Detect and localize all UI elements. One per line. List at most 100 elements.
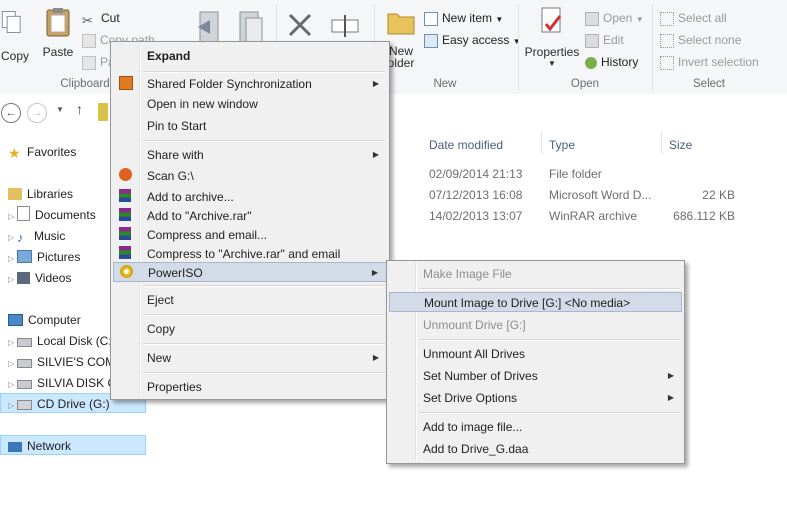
invert-selection-label: Invert selection: [678, 55, 759, 69]
nav-music[interactable]: ▷ ♪ Music: [8, 226, 65, 246]
pictures-icon: [17, 250, 32, 263]
submenu-item-add-to-daa[interactable]: Add to Drive_G.daa: [389, 439, 682, 459]
easy-access-button[interactable]: Easy access ▼: [424, 30, 521, 50]
computer-icon: [8, 314, 23, 326]
submenu-arrow-icon: ▶: [372, 150, 379, 159]
menu-item-share-with[interactable]: Share with ▶: [113, 145, 387, 165]
expand-arrow-icon[interactable]: ▷: [8, 375, 17, 395]
up-arrow-icon[interactable]: ↑: [76, 101, 83, 117]
select-none-label: Select none: [678, 33, 742, 47]
row-date: 02/09/2014 21:13: [429, 167, 523, 181]
submenu-arrow-icon: ▶: [372, 353, 379, 362]
submenu-item-unmount-drive[interactable]: Unmount Drive [G:]: [389, 315, 682, 335]
expand-arrow-icon[interactable]: ▷: [8, 270, 17, 290]
expand-arrow-icon[interactable]: ▷: [8, 207, 17, 227]
menu-item-scan[interactable]: Scan G:\: [113, 166, 387, 186]
recent-locations-dropdown[interactable]: ▼: [56, 105, 64, 114]
back-button[interactable]: ←: [1, 103, 21, 123]
dropdown-arrow-icon: ▼: [548, 59, 556, 68]
submenu-item-set-number-drives[interactable]: Set Number of Drives ▶: [389, 366, 682, 386]
rename-icon[interactable]: [330, 14, 360, 38]
nav-documents[interactable]: ▷ Documents: [8, 205, 96, 225]
properties-button[interactable]: Properties ▼: [524, 6, 580, 68]
menu-item-compress-and-email[interactable]: Compress and email...: [113, 225, 387, 245]
nav-computer[interactable]: Computer: [8, 310, 81, 330]
select-none-button[interactable]: Select none: [660, 30, 741, 50]
new-item-button[interactable]: New item ▼: [424, 8, 503, 28]
clipboard-group-label: Clipboard: [60, 78, 110, 90]
submenu-item-mount-image[interactable]: Mount Image to Drive [G:] <No media>: [389, 292, 682, 312]
menu-item-add-to-archive[interactable]: Add to archive...: [113, 187, 387, 207]
cut-button[interactable]: ✂ Cut: [82, 8, 120, 28]
menu-item-poweriso[interactable]: PowerISO ▶: [113, 262, 387, 282]
winrar-icon: [119, 208, 131, 221]
nav-videos-label: Videos: [35, 271, 72, 285]
winrar-icon: [119, 227, 131, 240]
open-icon: [585, 11, 599, 26]
libraries-icon: [8, 188, 22, 200]
submenu-arrow-icon: ▶: [667, 393, 674, 402]
nav-pictures[interactable]: ▷ Pictures: [8, 247, 80, 267]
menu-item-label: Compress to "Archive.rar" and email: [147, 247, 341, 261]
expand-arrow-icon[interactable]: ▷: [8, 354, 17, 374]
invert-selection-button[interactable]: Invert selection: [660, 52, 759, 72]
invert-selection-icon: [660, 55, 674, 70]
column-date-modified[interactable]: Date modified: [429, 136, 503, 154]
select-all-icon: [660, 11, 674, 26]
menu-item-new[interactable]: New ▶: [113, 348, 387, 368]
edit-button[interactable]: Edit: [585, 30, 624, 50]
easy-access-label: Easy access: [442, 33, 510, 47]
network-icon: [8, 442, 22, 452]
submenu-item-set-drive-options[interactable]: Set Drive Options ▶: [389, 388, 682, 408]
delete-icon[interactable]: [285, 10, 315, 40]
column-type[interactable]: Type: [549, 136, 575, 154]
copy-button[interactable]: Copy: [0, 6, 30, 63]
nav-silvies-computer[interactable]: ▷ SILVIE'S COM: [8, 352, 115, 372]
menu-item-copy[interactable]: Copy: [113, 319, 387, 339]
submenu-item-unmount-all[interactable]: Unmount All Drives: [389, 344, 682, 364]
column-size[interactable]: Size: [669, 136, 692, 154]
nav-libraries[interactable]: Libraries: [8, 184, 73, 204]
nav-network[interactable]: Network: [0, 435, 146, 455]
nav-videos[interactable]: ▷ Videos: [8, 268, 71, 288]
menu-item-compress-to-rar-email[interactable]: Compress to "Archive.rar" and email: [113, 244, 387, 264]
nav-favorites[interactable]: ★ Favorites: [8, 142, 76, 162]
nav-local-disk[interactable]: ▷ Local Disk (C:: [8, 331, 112, 351]
menu-item-expand[interactable]: Expand: [113, 46, 387, 66]
menu-item-open-new-window[interactable]: Open in new window: [113, 94, 387, 114]
select-none-icon: [660, 33, 674, 48]
folder-icon: [387, 13, 415, 35]
open-button[interactable]: Open ▼: [585, 8, 644, 28]
menu-item-label: Share with: [147, 148, 204, 162]
properties-icon: [541, 7, 562, 33]
submenu-item-add-to-image[interactable]: Add to image file...: [389, 417, 682, 437]
menu-item-eject[interactable]: Eject: [113, 290, 387, 310]
forward-button[interactable]: →: [27, 103, 47, 123]
menu-item-label: Compress and email...: [147, 228, 268, 242]
menu-item-label: Pin to Start: [147, 119, 207, 133]
paste-button[interactable]: Paste: [40, 6, 76, 59]
nav-local-disk-label: Local Disk (C:: [37, 334, 112, 348]
scissors-icon: ✂: [82, 13, 93, 29]
select-all-button[interactable]: Select all: [660, 8, 727, 28]
nav-silvia-disk[interactable]: ▷ SILVIA DISK C: [8, 373, 116, 393]
move-to-icon[interactable]: [196, 10, 226, 44]
select-all-label: Select all: [678, 11, 727, 25]
context-menu: Expand Shared Folder Synchronization ▶ O…: [110, 41, 390, 400]
expand-arrow-icon[interactable]: ▷: [8, 396, 17, 416]
copy-to-icon[interactable]: [236, 10, 266, 44]
menu-item-label: Add to "Archive.rar": [147, 209, 252, 223]
expand-arrow-icon[interactable]: ▷: [8, 228, 17, 248]
new-item-icon: [424, 11, 438, 26]
menu-item-label: Copy: [147, 322, 176, 336]
nav-libraries-label: Libraries: [27, 187, 74, 201]
history-icon: [585, 56, 597, 69]
menu-item-properties[interactable]: Properties: [113, 377, 387, 397]
expand-arrow-icon[interactable]: ▷: [8, 333, 17, 353]
menu-item-pin-to-start[interactable]: Pin to Start: [113, 116, 387, 136]
submenu-item-make-image[interactable]: Make Image File: [389, 264, 682, 284]
expand-arrow-icon[interactable]: ▷: [8, 249, 17, 269]
menu-item-add-to-archive-rar[interactable]: Add to "Archive.rar": [113, 206, 387, 226]
menu-item-shared-folder-sync[interactable]: Shared Folder Synchronization ▶: [113, 74, 387, 94]
history-button[interactable]: History: [585, 52, 638, 72]
